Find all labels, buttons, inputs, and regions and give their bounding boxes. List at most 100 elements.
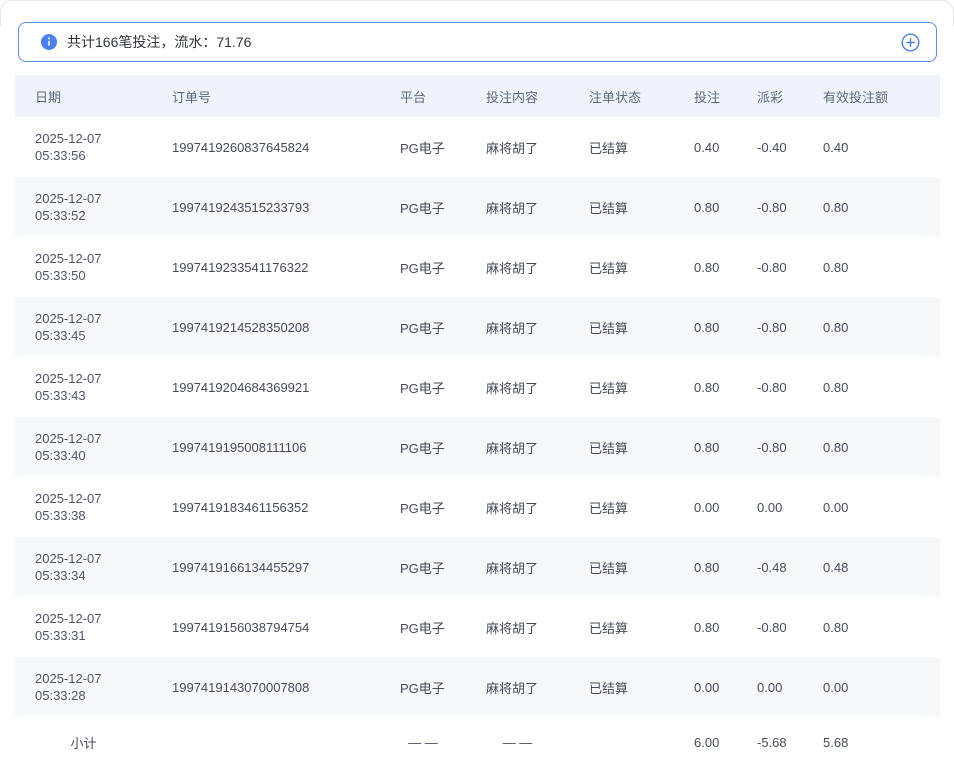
table-row: 2025-12-0705:33:401997419195008111106PG电… (15, 417, 940, 477)
plus-circle-icon[interactable] (901, 33, 920, 52)
cell-payout: -0.40 (737, 117, 803, 177)
cell-date: 2025-12-0705:33:56 (15, 117, 152, 177)
cell-content: 麻将胡了 (466, 537, 569, 597)
info-circle-icon (41, 34, 57, 50)
time-value: 05:33:38 (35, 507, 148, 524)
cell-platform: PG电子 (380, 177, 466, 237)
cell-bet: 0.80 (674, 237, 737, 297)
summary-alert: 共计166笔投注，流水：71.76 (18, 22, 937, 62)
cell-valid: 0.80 (803, 237, 940, 297)
date-value: 2025-12-07 (35, 670, 148, 687)
cell-content: 麻将胡了 (466, 297, 569, 357)
cell-bet: 0.00 (674, 657, 737, 717)
cell-date: 2025-12-0705:33:50 (15, 237, 152, 297)
cell-status: 已结算 (569, 657, 674, 717)
cell-bet: 0.80 (674, 177, 737, 237)
cell-payout: 0.00 (737, 657, 803, 717)
cell-order: 1997419243515233793 (152, 177, 380, 237)
subtotal-cell-content: — — (466, 717, 569, 767)
cell-platform: PG电子 (380, 237, 466, 297)
cell-platform: PG电子 (380, 597, 466, 657)
time-value: 05:33:43 (35, 387, 148, 404)
table-row: 2025-12-0705:33:501997419233541176322PG电… (15, 237, 940, 297)
column-header-date: 日期 (15, 75, 152, 117)
date-value: 2025-12-07 (35, 190, 148, 207)
date-value: 2025-12-07 (35, 490, 148, 507)
cell-valid: 0.80 (803, 417, 940, 477)
cell-status: 已结算 (569, 177, 674, 237)
cell-bet: 0.40 (674, 117, 737, 177)
date-value: 2025-12-07 (35, 550, 148, 567)
subtotal-cell-payout: -5.68 (737, 717, 803, 767)
cell-payout: -0.80 (737, 177, 803, 237)
cell-valid: 0.00 (803, 657, 940, 717)
time-value: 05:33:31 (35, 627, 148, 644)
cell-date: 2025-12-0705:33:38 (15, 477, 152, 537)
cell-payout: -0.48 (737, 537, 803, 597)
cell-status: 已结算 (569, 417, 674, 477)
date-value: 2025-12-07 (35, 430, 148, 447)
cell-platform: PG电子 (380, 537, 466, 597)
cell-valid: 0.48 (803, 537, 940, 597)
cell-date: 2025-12-0705:33:40 (15, 417, 152, 477)
cell-order: 1997419195008111106 (152, 417, 380, 477)
cell-platform: PG电子 (380, 417, 466, 477)
cell-date: 2025-12-0705:33:43 (15, 357, 152, 417)
table-row: 2025-12-0705:33:431997419204684369921PG电… (15, 357, 940, 417)
date-value: 2025-12-07 (35, 370, 148, 387)
cell-order: 1997419166134455297 (152, 537, 380, 597)
time-value: 05:33:28 (35, 687, 148, 704)
time-value: 05:33:34 (35, 567, 148, 584)
cell-platform: PG电子 (380, 657, 466, 717)
subtotal-cell-order (152, 717, 380, 767)
bets-table: 日期订单号平台投注内容注单状态投注派彩有效投注额 2025-12-0705:33… (15, 75, 940, 767)
date-value: 2025-12-07 (35, 250, 148, 267)
column-header-payout: 派彩 (737, 75, 803, 117)
cell-content: 麻将胡了 (466, 177, 569, 237)
cell-status: 已结算 (569, 237, 674, 297)
cell-date: 2025-12-0705:33:28 (15, 657, 152, 717)
subtotal-row: 小计— —— —6.00-5.685.68 (15, 717, 940, 767)
cell-order: 1997419204684369921 (152, 357, 380, 417)
cell-valid: 0.00 (803, 477, 940, 537)
column-header-content: 投注内容 (466, 75, 569, 117)
cell-bet: 0.00 (674, 477, 737, 537)
column-header-order: 订单号 (152, 75, 380, 117)
cell-content: 麻将胡了 (466, 357, 569, 417)
cell-payout: -0.80 (737, 297, 803, 357)
cell-bet: 0.80 (674, 357, 737, 417)
summary-text: 共计166笔投注，流水：71.76 (67, 32, 251, 52)
cell-order: 1997419260837645824 (152, 117, 380, 177)
cell-platform: PG电子 (380, 477, 466, 537)
cell-status: 已结算 (569, 597, 674, 657)
cell-status: 已结算 (569, 297, 674, 357)
cell-date: 2025-12-0705:33:31 (15, 597, 152, 657)
cell-content: 麻将胡了 (466, 657, 569, 717)
cell-bet: 0.80 (674, 417, 737, 477)
cell-bet: 0.80 (674, 537, 737, 597)
cell-platform: PG电子 (380, 297, 466, 357)
cell-status: 已结算 (569, 117, 674, 177)
cell-date: 2025-12-0705:33:45 (15, 297, 152, 357)
cell-payout: -0.80 (737, 417, 803, 477)
table-row: 2025-12-0705:33:521997419243515233793PG电… (15, 177, 940, 237)
subtotal-cell-platform: — — (380, 717, 466, 767)
cell-valid: 0.80 (803, 177, 940, 237)
column-header-status: 注单状态 (569, 75, 674, 117)
cell-payout: 0.00 (737, 477, 803, 537)
time-value: 05:33:52 (35, 207, 148, 224)
cell-content: 麻将胡了 (466, 117, 569, 177)
cell-bet: 0.80 (674, 597, 737, 657)
cell-date: 2025-12-0705:33:52 (15, 177, 152, 237)
table-row: 2025-12-0705:33:281997419143070007808PG电… (15, 657, 940, 717)
subtotal-cell-valid: 5.68 (803, 717, 940, 767)
table-row: 2025-12-0705:33:451997419214528350208PG电… (15, 297, 940, 357)
cell-valid: 0.40 (803, 117, 940, 177)
cell-payout: -0.80 (737, 237, 803, 297)
subtotal-cell-bet: 6.00 (674, 717, 737, 767)
subtotal-cell-status (569, 717, 674, 767)
time-value: 05:33:40 (35, 447, 148, 464)
column-header-bet: 投注 (674, 75, 737, 117)
cell-bet: 0.80 (674, 297, 737, 357)
cell-platform: PG电子 (380, 357, 466, 417)
